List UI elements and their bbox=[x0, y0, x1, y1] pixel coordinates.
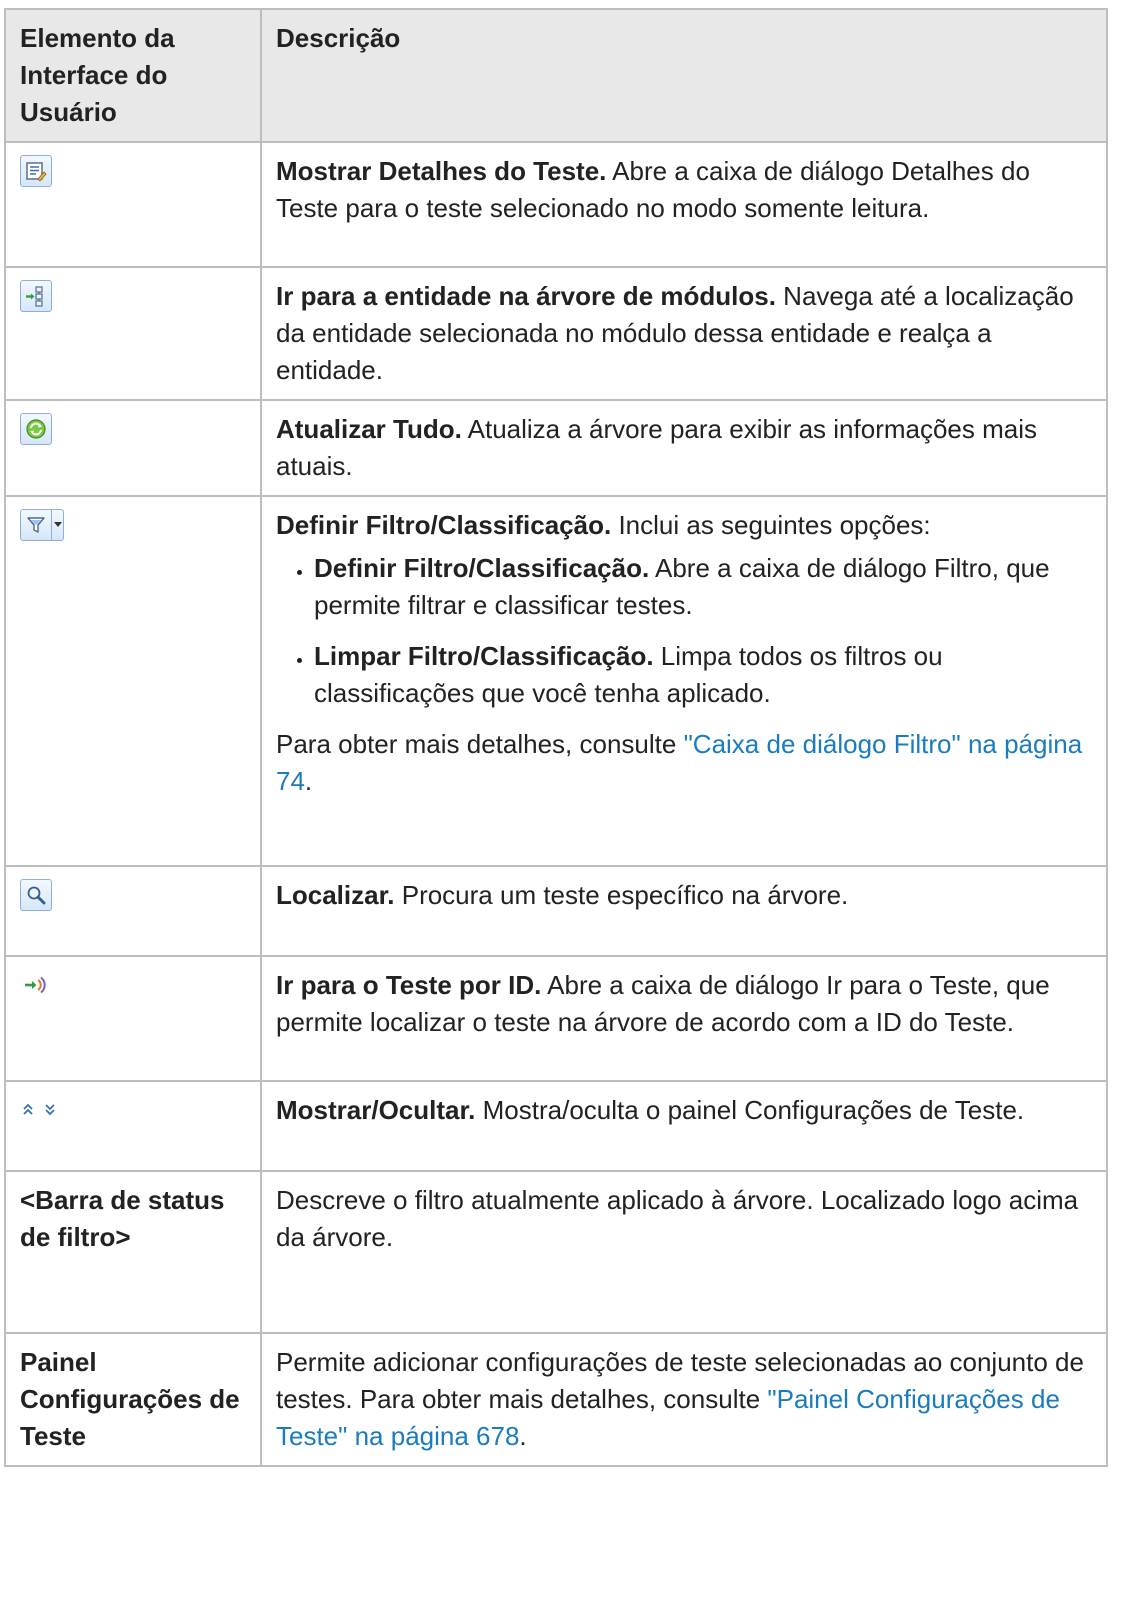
item-text: Procura um teste específico na árvore. bbox=[394, 880, 849, 910]
list-item: Limpar Filtro/Classificação. Limpa todos… bbox=[314, 638, 1094, 712]
description-cell: Mostrar/Ocultar. Mostra/oculta o painel … bbox=[260, 1080, 1108, 1172]
table-row: Mostrar Detalhes do Teste. Abre a caixa … bbox=[4, 141, 1108, 268]
more-details-text: Para obter mais detalhes, consulte bbox=[276, 729, 684, 759]
description-cell: Atualizar Tudo. Atualiza a árvore para e… bbox=[260, 399, 1108, 497]
element-label: <Barra de status de filtro> bbox=[4, 1170, 262, 1334]
item-term: Ir para o Teste por ID. bbox=[276, 970, 542, 1000]
show-hide-icon[interactable] bbox=[20, 1094, 76, 1126]
description-cell: Descreve o filtro atualmente aplicado à … bbox=[260, 1170, 1108, 1334]
show-test-details-icon[interactable] bbox=[20, 155, 52, 187]
refresh-icon[interactable] bbox=[20, 413, 52, 445]
item-term: Mostrar/Ocultar. bbox=[276, 1095, 476, 1125]
item-text: Inclui as seguintes opções: bbox=[611, 510, 931, 540]
description-cell: Permite adicionar configurações de teste… bbox=[260, 1332, 1108, 1467]
header-description: Descrição bbox=[260, 8, 1108, 143]
item-term: Atualizar Tudo. bbox=[276, 414, 462, 444]
header-ui-element: Elemento da Interface do Usuário bbox=[4, 8, 262, 143]
more-details-paragraph: Para obter mais detalhes, consulte "Caix… bbox=[276, 726, 1094, 800]
table-row: <Barra de status de filtro> Descreve o f… bbox=[4, 1170, 1108, 1334]
period: . bbox=[304, 766, 313, 796]
element-cell bbox=[4, 141, 262, 268]
description-cell: Ir para a entidade na árvore de módulos.… bbox=[260, 266, 1108, 401]
period: . bbox=[519, 1421, 527, 1451]
filter-icon[interactable] bbox=[20, 509, 52, 541]
description-cell: Mostrar Detalhes do Teste. Abre a caixa … bbox=[260, 141, 1108, 268]
item-term: Definir Filtro/Classificação. bbox=[276, 510, 612, 540]
go-to-module-tree-icon[interactable] bbox=[20, 280, 52, 312]
element-cell bbox=[4, 399, 262, 497]
option-term: Limpar Filtro/Classificação. bbox=[314, 641, 654, 671]
table-row: Localizar. Procura um teste específico n… bbox=[4, 865, 1108, 957]
element-cell bbox=[4, 495, 262, 867]
item-term: Mostrar Detalhes do Teste. bbox=[276, 156, 607, 186]
table-row: Ir para o Teste por ID. Abre a caixa de … bbox=[4, 955, 1108, 1082]
table-row: Ir para a entidade na árvore de módulos.… bbox=[4, 266, 1108, 401]
table-row: Painel Configurações de Teste Permite ad… bbox=[4, 1332, 1108, 1467]
item-term: Localizar. bbox=[276, 880, 395, 910]
filter-split-button[interactable] bbox=[20, 509, 64, 541]
description-cell: Localizar. Procura um teste específico n… bbox=[260, 865, 1108, 957]
option-term: Definir Filtro/Classificação. bbox=[314, 553, 650, 583]
description-cell: Ir para o Teste por ID. Abre a caixa de … bbox=[260, 955, 1108, 1082]
options-list: Definir Filtro/Classificação. Abre a cai… bbox=[276, 550, 1094, 712]
item-text: Mostra/oculta o painel Configurações de … bbox=[475, 1095, 1025, 1125]
ui-elements-table: Elemento da Interface do Usuário Descriç… bbox=[4, 8, 1108, 1467]
go-to-test-by-id-icon[interactable] bbox=[20, 969, 52, 1001]
list-item: Definir Filtro/Classificação. Abre a cai… bbox=[314, 550, 1094, 624]
find-icon[interactable] bbox=[20, 879, 52, 911]
element-label: Painel Configurações de Teste bbox=[4, 1332, 262, 1467]
description-cell: Definir Filtro/Classificação. Inclui as … bbox=[260, 495, 1108, 867]
element-cell bbox=[4, 1080, 262, 1172]
item-term: Ir para a entidade na árvore de módulos. bbox=[276, 281, 776, 311]
chevron-down-icon[interactable] bbox=[52, 509, 64, 541]
element-cell bbox=[4, 865, 262, 957]
table-header-row: Elemento da Interface do Usuário Descriç… bbox=[4, 8, 1108, 143]
table-row: Definir Filtro/Classificação. Inclui as … bbox=[4, 495, 1108, 867]
element-cell bbox=[4, 266, 262, 401]
table-row: Atualizar Tudo. Atualiza a árvore para e… bbox=[4, 399, 1108, 497]
element-cell bbox=[4, 955, 262, 1082]
table-row: Mostrar/Ocultar. Mostra/oculta o painel … bbox=[4, 1080, 1108, 1172]
